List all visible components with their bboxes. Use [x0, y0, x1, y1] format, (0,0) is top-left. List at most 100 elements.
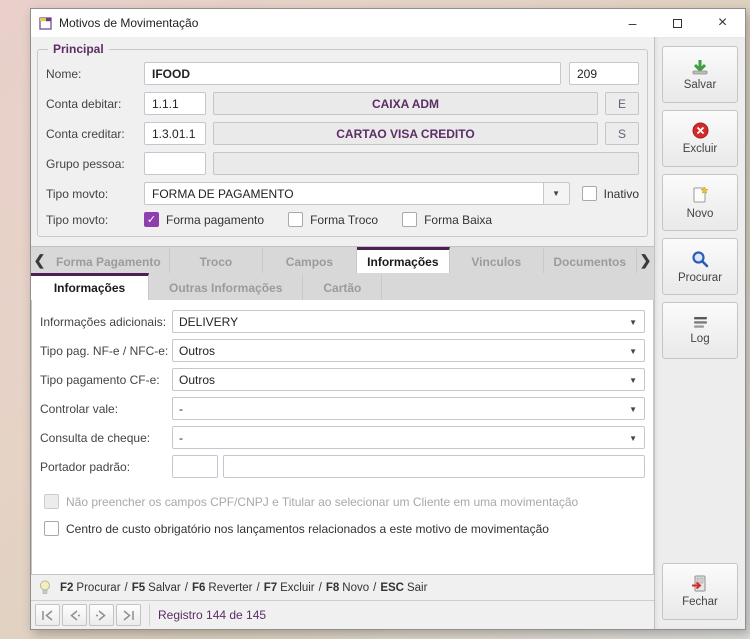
consulta-cheque-select[interactable]: - ▼ [172, 426, 645, 449]
tipo-movto-value: FORMA DE PAGAMENTO [152, 186, 294, 201]
nao-preencher-cpf-checkbox-box [44, 494, 59, 509]
chevron-down-icon: ▼ [629, 376, 637, 385]
subtab-informacoes[interactable]: Informações [31, 273, 149, 300]
hint-action: Reverter [208, 581, 253, 594]
exit-door-icon [692, 575, 706, 592]
close-button[interactable]: × [700, 9, 745, 37]
search-icon [692, 250, 709, 267]
hint-key: ESC [380, 581, 404, 594]
nome-value: IFOOD [152, 66, 190, 81]
forma-troco-checkbox[interactable]: Forma Troco [288, 212, 378, 227]
consulta-cheque-label: Consulta de cheque: [40, 430, 151, 445]
forma-baixa-checkbox[interactable]: Forma Baixa [402, 212, 492, 227]
nav-previous-button[interactable] [62, 604, 87, 626]
hint-separator: / [373, 581, 377, 594]
nav-first-button[interactable] [35, 604, 60, 626]
tipo-pagamento-cfe-row: Tipo pagamento CF-e: Outros ▼ [40, 368, 645, 391]
grupo-pessoa-name-field [213, 152, 639, 175]
log-label: Log [690, 333, 710, 345]
tipo-movto-combobox[interactable]: FORMA DE PAGAMENTO ▼ [144, 182, 570, 205]
conta-creditar-code-input[interactable]: 1.3.01.1 [144, 122, 206, 145]
status-hint-bar: F2 Procurar / F5 Salvar / F6 Reverter / F7 Excl… [31, 575, 654, 600]
tabs-scroll-right-button[interactable]: ❯ [636, 247, 654, 273]
hint-action: Excluir [280, 581, 315, 594]
nav-next-button[interactable] [89, 604, 114, 626]
subtab-cartao[interactable]: Cartão [303, 273, 383, 300]
conta-creditar-code: 1.3.01.1 [152, 126, 196, 141]
novo-button[interactable]: Novo [662, 174, 738, 231]
hint-segment: F7 Excluir / [264, 582, 326, 594]
log-icon [693, 317, 707, 328]
tipo-pagamento-cfe-select[interactable]: Outros ▼ [172, 368, 645, 391]
navbar-divider [149, 604, 150, 626]
tab-vinculos[interactable]: Vinculos [450, 247, 544, 273]
chevron-down-icon: ▼ [552, 189, 561, 198]
inativo-checkbox[interactable]: Inativo [581, 186, 639, 201]
procurar-button[interactable]: Procurar [662, 238, 738, 295]
nav-next-icon [96, 609, 106, 621]
hint-key: F7 [263, 581, 278, 594]
forma-troco-checkbox-box [288, 212, 304, 227]
tabs-scroll-left-button[interactable]: ❮ [31, 247, 48, 273]
tab-informacoes[interactable]: Informações [356, 247, 451, 273]
conta-debitar-code: 1.1.1 [152, 96, 179, 111]
tipo-movto-checks-label: Tipo movto: [46, 212, 109, 227]
grupo-pessoa-label: Grupo pessoa: [46, 156, 125, 171]
nav-last-button[interactable] [116, 604, 141, 626]
hint-action: Salvar [148, 581, 181, 594]
principal-groupbox: Principal Nome: IFOOD 209 Conta debitar:… [37, 42, 648, 237]
nome-input[interactable]: IFOOD [144, 62, 561, 85]
salvar-button[interactable]: Salvar [662, 46, 738, 103]
controlar-vale-select[interactable]: - ▼ [172, 397, 645, 420]
centro-custo-checkbox-box [44, 521, 59, 536]
tipo-pag-nfe-select[interactable]: Outros ▼ [172, 339, 645, 362]
hint-segment: F8 Novo / [326, 582, 380, 594]
conta-debitar-name-field: CAIXA ADM [213, 92, 598, 115]
centro-custo-checkbox[interactable]: Centro de custo obrigatório nos lançamen… [44, 521, 645, 536]
hint-action: Novo [342, 581, 370, 594]
hint-segment: ESC Sair [380, 582, 427, 594]
informacoes-adicionais-select[interactable]: DELIVERY ▼ [172, 310, 645, 333]
hint-segment: F2 Procurar / [60, 582, 132, 594]
portador-code-input[interactable] [172, 455, 218, 478]
nome-label: Nome: [46, 66, 82, 81]
tab-campos[interactable]: Campos [263, 247, 357, 273]
hint-key: F5 [131, 581, 146, 594]
maximize-button[interactable] [655, 9, 700, 37]
tipo-movto-label: Tipo movto: [46, 186, 109, 201]
codigo-input[interactable]: 209 [569, 62, 639, 85]
fechar-button[interactable]: Fechar [662, 563, 738, 620]
minimize-button[interactable]: – [610, 9, 655, 37]
conta-creditar-s-button[interactable]: S [605, 122, 639, 145]
action-sidebar: Salvar Excluir Novo Procurar Log Fechar [654, 37, 745, 629]
tipo-movto-dropdown-button[interactable]: ▼ [543, 182, 570, 205]
record-navigation-bar: Registro 144 de 145 [31, 600, 654, 629]
subtab-outras-informacoes[interactable]: Outras Informações [149, 273, 304, 300]
excluir-button[interactable]: Excluir [662, 110, 738, 167]
record-counter: Registro 144 de 145 [158, 608, 267, 622]
nome-row: Nome: IFOOD 209 [46, 62, 639, 85]
forma-pagamento-checkbox-box: ✓ [144, 212, 159, 227]
log-button[interactable]: Log [662, 302, 738, 359]
conta-debitar-code-input[interactable]: 1.1.1 [144, 92, 206, 115]
chevron-down-icon: ▼ [629, 405, 637, 414]
forma-baixa-checkbox-box [402, 212, 418, 227]
app-window: Motivos de Movimentação – × Principal No… [30, 8, 746, 630]
hint-action: Sair [406, 581, 428, 594]
fechar-label: Fechar [682, 596, 718, 608]
hint-separator: / [318, 581, 322, 594]
hint-segment: F6 Reverter / [192, 582, 264, 594]
tab-documentos[interactable]: Documentos [543, 247, 637, 273]
excluir-label: Excluir [682, 143, 718, 155]
tab-forma-pagamento[interactable]: Forma Pagamento [48, 247, 170, 273]
conta-debitar-e-button[interactable]: E [605, 92, 639, 115]
inativo-label: Inativo [603, 186, 639, 201]
forma-pagamento-checkbox[interactable]: ✓ Forma pagamento [144, 212, 264, 227]
check-icon: ✓ [146, 214, 157, 226]
grupo-pessoa-code-input[interactable] [144, 152, 206, 175]
tab-troco[interactable]: Troco [169, 247, 264, 273]
chevron-down-icon: ▼ [629, 347, 637, 356]
salvar-label: Salvar [683, 78, 717, 91]
conta-debitar-label: Conta debitar: [46, 96, 122, 111]
portador-name-input[interactable] [223, 455, 645, 478]
